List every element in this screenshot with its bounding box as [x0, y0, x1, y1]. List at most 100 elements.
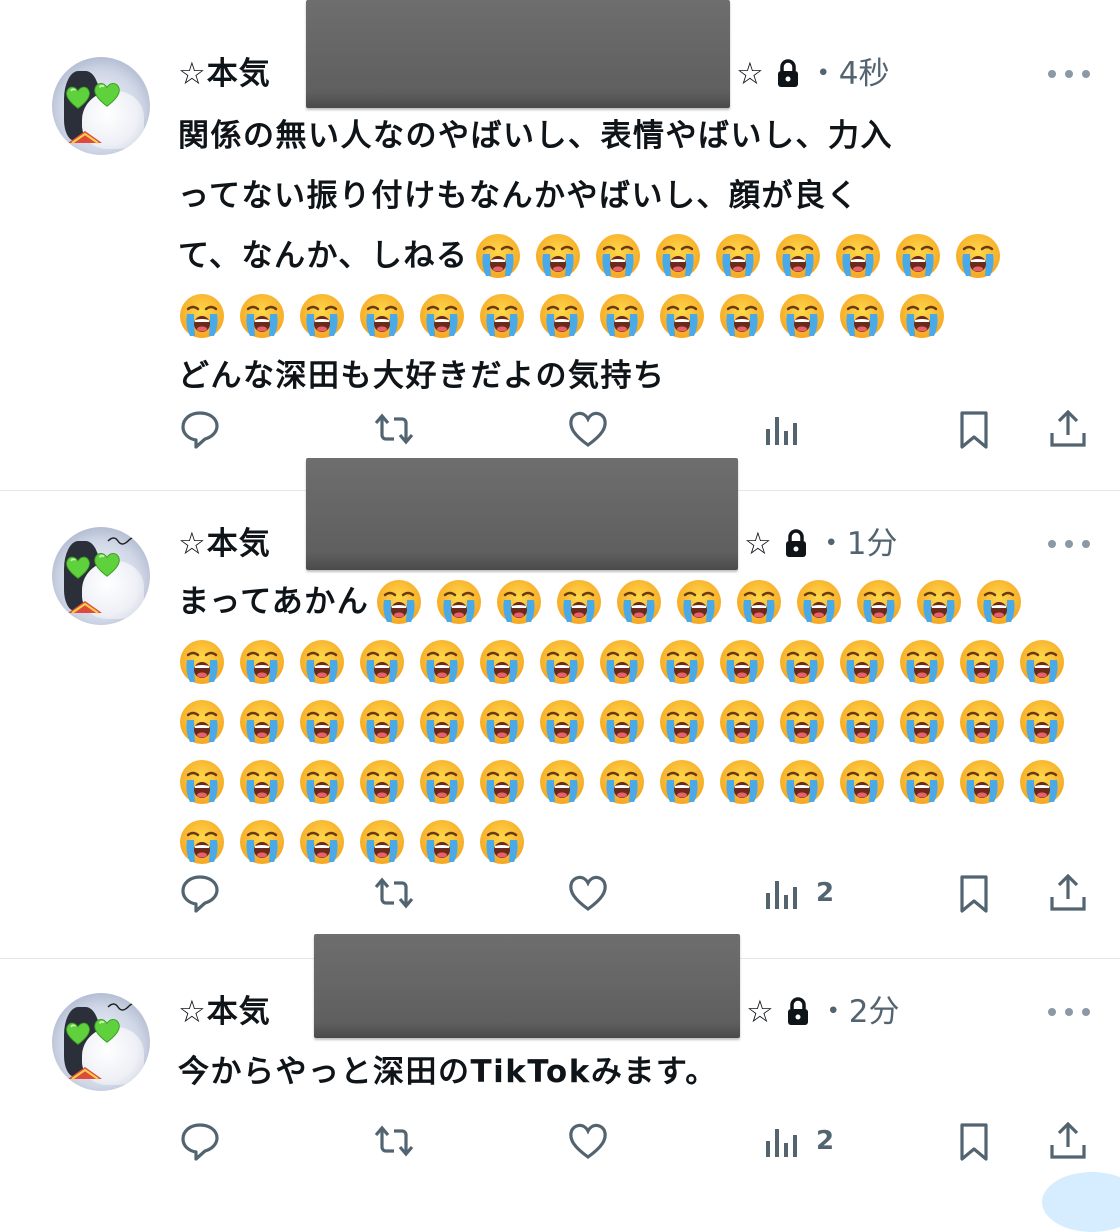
- loudly-crying-face-emoji: [478, 638, 526, 686]
- loudly-crying-face-emoji: [178, 818, 226, 866]
- loudly-crying-face-emoji: [358, 758, 406, 806]
- name-star: ☆: [744, 526, 772, 562]
- views-icon: [766, 417, 797, 445]
- loudly-crying-face-emoji: [538, 638, 586, 686]
- retweet-button[interactable]: [372, 404, 416, 454]
- compose-button-edge[interactable]: [1042, 1172, 1120, 1232]
- reply-icon: [181, 875, 219, 913]
- more-options-icon[interactable]: [1048, 68, 1090, 80]
- loudly-crying-face-emoji: [538, 292, 586, 340]
- bookmark-icon: [960, 1123, 988, 1161]
- loudly-crying-face-emoji: [658, 638, 706, 686]
- green-heart-icon: [64, 83, 92, 111]
- retweet-button[interactable]: [372, 868, 416, 918]
- bookmark-button[interactable]: [952, 1116, 996, 1166]
- reply-button[interactable]: [178, 868, 222, 918]
- loudly-crying-face-emoji: [894, 232, 942, 280]
- reply-icon: [181, 411, 219, 449]
- share-button[interactable]: [1046, 404, 1090, 454]
- timestamp[interactable]: ・1分: [816, 520, 898, 568]
- display-name[interactable]: ☆本気: [178, 50, 271, 98]
- loudly-crying-face-emoji: [478, 758, 526, 806]
- bookmark-button[interactable]: [952, 868, 996, 918]
- loudly-crying-face-emoji: [298, 292, 346, 340]
- like-button[interactable]: [566, 1116, 610, 1166]
- tweet-text: 今からやっと深田のTikTokみます。: [178, 1054, 718, 1090]
- loudly-crying-face-emoji: [795, 578, 843, 626]
- retweet-button[interactable]: [372, 1116, 416, 1166]
- like-icon: [569, 411, 607, 447]
- reply-button[interactable]: [178, 404, 222, 454]
- loudly-crying-face-emoji: [975, 578, 1023, 626]
- loudly-crying-face-emoji: [958, 698, 1006, 746]
- loudly-crying-face-emoji: [838, 758, 886, 806]
- handwriting-mark: [107, 536, 137, 545]
- loudly-crying-face-emoji: [418, 818, 466, 866]
- timestamp[interactable]: ・4秒: [808, 50, 890, 98]
- loudly-crying-face-emoji: [774, 232, 822, 280]
- bookmark-icon: [960, 875, 988, 913]
- like-button[interactable]: [566, 868, 610, 918]
- avatar[interactable]: [52, 527, 150, 625]
- display-name[interactable]: ☆本気: [178, 520, 271, 568]
- display-name[interactable]: ☆本気: [178, 988, 271, 1036]
- avatar[interactable]: [52, 57, 150, 155]
- loudly-crying-face-emoji: [615, 578, 663, 626]
- loudly-crying-face-emoji: [178, 758, 226, 806]
- loudly-crying-face-emoji: [594, 232, 642, 280]
- like-icon: [569, 875, 607, 911]
- avatar[interactable]: [52, 993, 150, 1091]
- views-button[interactable]: 2: [760, 868, 834, 918]
- loudly-crying-face-emoji: [855, 578, 903, 626]
- loudly-crying-face-emoji: [418, 698, 466, 746]
- like-button[interactable]: [566, 404, 610, 454]
- fan-icon: [68, 1067, 102, 1080]
- views-button[interactable]: 2: [760, 1116, 834, 1166]
- loudly-crying-face-emoji: [555, 578, 603, 626]
- reply-button[interactable]: [178, 1116, 222, 1166]
- loudly-crying-face-emoji: [418, 638, 466, 686]
- loudly-crying-face-emoji: [718, 758, 766, 806]
- loudly-crying-face-emoji: [598, 638, 646, 686]
- loudly-crying-face-emoji: [358, 818, 406, 866]
- more-options-icon[interactable]: [1048, 1006, 1090, 1018]
- loudly-crying-face-emoji: [418, 758, 466, 806]
- loudly-crying-face-emoji: [718, 292, 766, 340]
- name-star: ☆: [736, 56, 764, 92]
- loudly-crying-face-emoji: [898, 292, 946, 340]
- loudly-crying-face-emoji: [538, 698, 586, 746]
- loudly-crying-face-emoji: [474, 232, 522, 280]
- green-heart-icon: [64, 1019, 92, 1047]
- share-button[interactable]: [1046, 868, 1090, 918]
- tweet-text: まってあかん: [178, 572, 1078, 872]
- loudly-crying-face-emoji: [238, 758, 286, 806]
- loudly-crying-face-emoji: [178, 698, 226, 746]
- timestamp[interactable]: ・2分: [818, 988, 900, 1036]
- retweet-icon: [374, 413, 414, 445]
- loudly-crying-face-emoji: [495, 578, 543, 626]
- like-icon: [569, 1123, 607, 1159]
- loudly-crying-face-emoji: [778, 638, 826, 686]
- lock-icon: [785, 529, 806, 557]
- loudly-crying-face-emoji: [778, 698, 826, 746]
- loudly-crying-face-emoji: [358, 698, 406, 746]
- bookmark-button[interactable]: [952, 404, 996, 454]
- views-icon: [766, 1129, 797, 1157]
- views-button[interactable]: [760, 404, 804, 454]
- loudly-crying-face-emoji: [298, 638, 346, 686]
- share-button[interactable]: [1046, 1116, 1090, 1166]
- loudly-crying-face-emoji: [1018, 638, 1066, 686]
- loudly-crying-face-emoji: [534, 232, 582, 280]
- loudly-crying-face-emoji: [958, 758, 1006, 806]
- loudly-crying-face-emoji: [915, 578, 963, 626]
- more-options-icon[interactable]: [1048, 538, 1090, 550]
- loudly-crying-face-emoji: [1018, 698, 1066, 746]
- loudly-crying-face-emoji: [238, 638, 286, 686]
- loudly-crying-face-emoji: [375, 578, 423, 626]
- share-icon: [1050, 1121, 1086, 1159]
- handwriting-mark: [107, 1002, 137, 1011]
- loudly-crying-face-emoji: [838, 292, 886, 340]
- loudly-crying-face-emoji: [834, 232, 882, 280]
- loudly-crying-face-emoji: [435, 578, 483, 626]
- loudly-crying-face-emoji: [958, 638, 1006, 686]
